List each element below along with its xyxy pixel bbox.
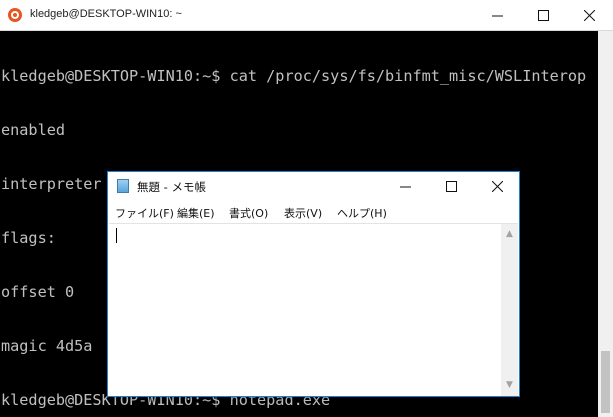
notepad-window[interactable]: 無題 - メモ帳 ファイル(F) 編集(E) 書式(O) 表示(V) ヘルプ(H…	[107, 171, 520, 397]
notepad-close-button[interactable]	[474, 172, 520, 201]
minimize-icon	[399, 186, 411, 188]
terminal-title: kledgeb@DESKTOP-WIN10: ~	[30, 8, 182, 20]
notepad-scrollbar[interactable]: ▲ ▼	[501, 224, 518, 396]
terminal-line: kledgeb@DESKTOP-WIN10:~$ cat /proc/sys/f…	[1, 67, 587, 85]
scroll-down-arrow-icon[interactable]: ▼	[505, 381, 514, 390]
menu-edit[interactable]: 編集(E)	[177, 205, 215, 221]
notepad-titlebar[interactable]: 無題 - メモ帳	[108, 172, 519, 201]
text-caret	[116, 228, 117, 243]
notepad-menubar: ファイル(F) 編集(E) 書式(O) 表示(V) ヘルプ(H)	[108, 201, 519, 222]
terminal-minimize-button[interactable]	[474, 0, 520, 30]
close-icon	[583, 9, 595, 21]
notepad-text-area[interactable]: ▲ ▼	[109, 223, 518, 396]
terminal-titlebar[interactable]: kledgeb@DESKTOP-WIN10: ~	[0, 0, 613, 31]
maximize-icon	[537, 9, 549, 21]
notepad-maximize-button[interactable]	[428, 172, 474, 201]
terminal-close-button[interactable]	[566, 0, 612, 30]
notepad-minimize-button[interactable]	[382, 172, 428, 201]
menu-view[interactable]: 表示(V)	[284, 205, 322, 221]
terminal-scrollbar-thumb[interactable]	[601, 351, 610, 413]
scroll-up-arrow-icon[interactable]: ▲	[505, 230, 514, 239]
notepad-icon	[117, 179, 129, 193]
terminal-line: enabled	[1, 121, 66, 139]
close-icon	[491, 181, 503, 192]
notepad-title: 無題 - メモ帳	[137, 180, 206, 194]
menu-format[interactable]: 書式(O)	[229, 205, 268, 221]
menu-file[interactable]: ファイル(F)	[115, 205, 174, 221]
terminal-scrollbar[interactable]	[598, 31, 613, 417]
menu-help[interactable]: ヘルプ(H)	[337, 205, 387, 221]
terminal-maximize-button[interactable]	[520, 0, 566, 30]
minimize-icon	[491, 15, 503, 16]
maximize-icon	[445, 181, 457, 192]
ubuntu-icon	[8, 8, 22, 22]
